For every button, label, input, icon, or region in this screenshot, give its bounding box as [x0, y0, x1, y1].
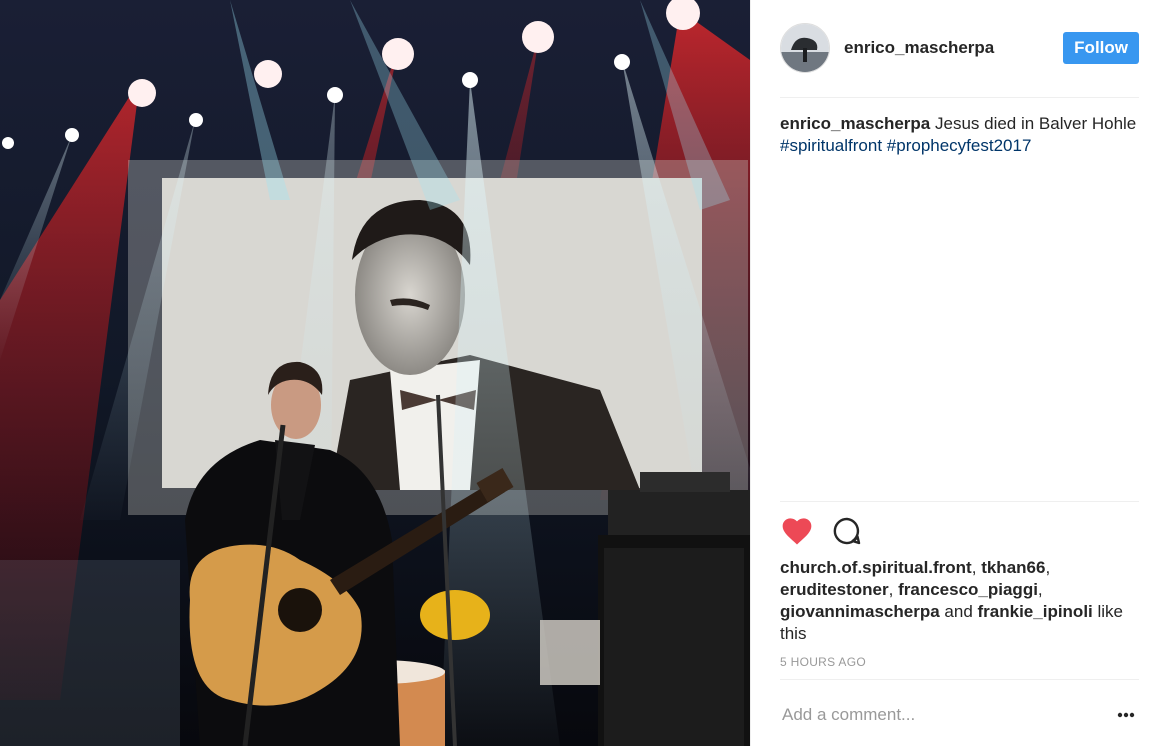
post-caption: enrico_mascherpa Jesus died in Balver Ho… [780, 113, 1139, 157]
more-options-button[interactable] [1113, 702, 1139, 728]
comment-divider [780, 679, 1139, 680]
avatar[interactable] [780, 23, 830, 73]
liker-name[interactable]: tkhan66 [981, 558, 1045, 577]
liker-name[interactable]: eruditestoner [780, 580, 889, 599]
header-divider [780, 97, 1139, 98]
hashtag-link[interactable]: #spiritualfront [780, 136, 882, 155]
hashtag-link[interactable]: #prophecyfest2017 [887, 136, 1032, 155]
post-photo[interactable] [0, 0, 750, 746]
like-button[interactable] [780, 514, 814, 548]
comment-bubble-icon [833, 517, 861, 545]
heart-filled-icon [782, 517, 812, 545]
likes-separator: , [1045, 558, 1051, 577]
likes-summary: church.of.spiritual.front, tkhan66, erud… [780, 557, 1139, 645]
liker-name[interactable]: francesco_piaggi [898, 580, 1038, 599]
likes-separator: , [971, 558, 982, 577]
post-actions [780, 514, 880, 548]
post-header: enrico_mascherpa Follow [780, 22, 1139, 74]
post-sidebar: enrico_mascherpa Follow enrico_mascherpa… [750, 0, 1170, 746]
liker-name[interactable]: giovannimascherpa [780, 602, 940, 621]
concert-photo-illustration [0, 0, 750, 746]
actions-divider [780, 501, 1139, 502]
caption-text: Jesus died in Balver Hohle [934, 114, 1137, 133]
follow-button[interactable]: Follow [1063, 32, 1139, 64]
post-timestamp[interactable]: 5 HOURS AGO [780, 655, 866, 669]
likes-and: and [944, 602, 973, 621]
caption-username[interactable]: enrico_mascherpa [780, 114, 930, 133]
avatar-image [781, 24, 829, 72]
hashtags: #spiritualfront #prophecyfest2017 [780, 136, 1031, 155]
likes-separator: , [888, 580, 899, 599]
comment-input[interactable] [780, 704, 1113, 726]
liker-name[interactable]: frankie_ipinoli [978, 602, 1093, 621]
likes-separator: , [1037, 580, 1043, 599]
comment-button[interactable] [830, 514, 864, 548]
more-dots-icon [1117, 712, 1135, 718]
comment-box [780, 700, 1139, 730]
liker-name[interactable]: church.of.spiritual.front [780, 558, 972, 577]
author-username[interactable]: enrico_mascherpa [844, 38, 994, 58]
instagram-post: enrico_mascherpa Follow enrico_mascherpa… [0, 0, 1170, 746]
